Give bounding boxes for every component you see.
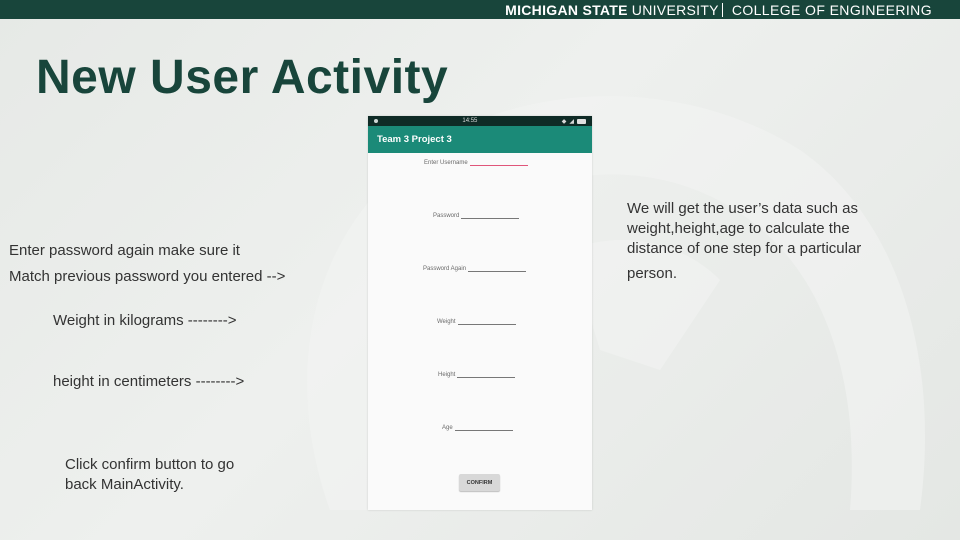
password-again-note-line1: Enter password again make sure it [9, 242, 240, 259]
confirm-note-line2: back MainActivity. [65, 476, 184, 493]
age-input-underline[interactable] [454, 430, 513, 431]
password-again-field[interactable]: Password Again [423, 266, 527, 272]
data-usage-note-line4: person. [627, 265, 678, 282]
password-input-underline[interactable] [461, 218, 520, 219]
header-bar: MICHIGAN STATE UNIVERSITY COLLEGE OF ENG… [0, 0, 960, 19]
status-bar: 14:55 ◆ ◢ [368, 116, 592, 126]
weight-field[interactable]: Weight [437, 319, 516, 325]
data-usage-note-line1: We will get the user’s data such as [627, 200, 858, 217]
phone-screenshot: 14:55 ◆ ◢ Team 3 Project 3 Enter Usernam… [368, 116, 592, 510]
height-note: height in centimeters --------> [53, 373, 245, 390]
password-again-note-line2: Match previous password you entered --> [9, 268, 286, 285]
height-label: Height [438, 372, 456, 378]
header-divider [721, 2, 723, 17]
spartan-helmet-watermark [307, 96, 925, 511]
data-usage-note-line2: weight,height,age to calculate the [627, 220, 850, 237]
username-label: Enter Username [424, 160, 468, 166]
weight-input-underline[interactable] [457, 324, 516, 325]
password-again-label: Password Again [423, 266, 467, 272]
confirm-button[interactable]: CONFIRM [459, 474, 500, 491]
data-usage-note-line3: distance of one step for a particular [627, 240, 862, 257]
status-time: 14:55 [462, 118, 478, 124]
height-field[interactable]: Height [438, 372, 516, 378]
password-again-input-underline[interactable] [468, 271, 527, 272]
battery-icon [576, 118, 586, 124]
data-usage-note: We will get the user’s data such as weig… [627, 199, 861, 284]
age-label: Age [442, 425, 453, 431]
signal-icon: ◢ [569, 118, 574, 125]
university-name: UNIVERSITY [631, 1, 719, 18]
weight-label: Weight [437, 319, 456, 325]
age-field[interactable]: Age [442, 425, 513, 431]
slide-title: New User Activity [36, 51, 449, 104]
password-field[interactable]: Password [433, 213, 520, 219]
username-input-underline[interactable] [469, 165, 528, 166]
status-icons: ◆ ◢ [562, 118, 586, 125]
wifi-icon: ◆ [561, 118, 567, 125]
username-field[interactable]: Enter Username [424, 160, 528, 166]
app-title: Team 3 Project 3 [377, 134, 452, 145]
height-input-underline[interactable] [457, 377, 516, 378]
college-name: COLLEGE OF ENGINEERING [731, 1, 932, 18]
notification-icon [374, 119, 378, 123]
app-bar: Team 3 Project 3 [368, 126, 592, 153]
password-label: Password [433, 213, 460, 219]
weight-note: Weight in kilograms --------> [53, 312, 237, 329]
university-name-bold: MICHIGAN STATE [505, 1, 628, 18]
confirm-note-line1: Click confirm button to go [65, 456, 235, 473]
